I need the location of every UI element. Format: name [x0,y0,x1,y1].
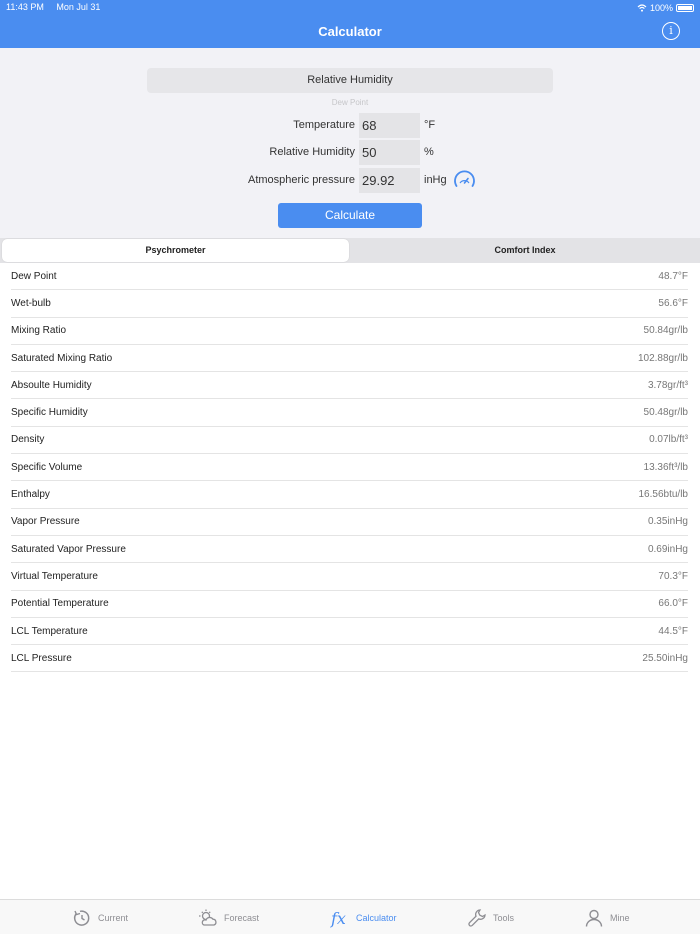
status-time: 11:43 PM [6,2,44,12]
result-label: Potential Temperature [11,598,109,610]
pressure-input[interactable]: 29.92 [359,168,420,193]
list-item: Enthalpy 16.56btu/lb [11,481,689,509]
battery-percent: 100% [649,3,673,13]
bottom-tab-bar: Current Forecast fx Calculator Tools Min… [0,899,700,934]
sun-cloud-icon [199,909,217,926]
result-label: Mixing Ratio [11,325,67,337]
result-label: LCL Temperature [11,625,88,637]
fx-icon: fx [330,909,346,928]
result-value: 66.0°F [658,598,688,610]
result-value: 13.36ft³/lb [643,461,688,473]
status-bar: 11:43 PM Mon Jul 31 100% [6,2,694,14]
svg-text:fx: fx [330,909,346,928]
results-list: Dew Point 48.7°F Wet-bulb 56.6°F Mixing Ra… [11,263,689,673]
list-item: Vapor Pressure 0.35inHg [11,509,688,536]
temperature-unit: °F [424,119,436,131]
calculation-mode-picker[interactable]: Relative Humidity [147,68,553,93]
result-label: Virtual Temperature [11,570,98,582]
result-label: Dew Point [11,270,57,282]
result-label: Saturated Vapor Pressure [11,543,126,555]
list-item: Specific Volume 13.36ft³/lb [11,454,688,482]
humidity-unit: % [424,146,434,158]
result-value: 25.50inHg [642,652,688,664]
result-label: Absoulte Humidity [11,379,92,391]
person-icon [585,909,603,927]
list-item: Density 0.07lb/ft³ [11,427,688,455]
list-item: Mixing Ratio 50.84gr/lb [11,318,688,345]
tabbar-item-calculator[interactable]: fx Calculator [330,906,397,930]
result-label: Vapor Pressure [11,516,80,528]
results-segmented-control: Psychrometer Comfort Index [0,238,700,263]
result-value: 0.69inHg [647,543,688,555]
result-value: 0.07lb/ft³ [649,434,688,446]
list-item: Dew Point 48.7°F [11,263,688,291]
result-label: Specific Humidity [11,407,88,419]
result-value: 56.6°F [658,297,688,309]
list-item: LCL Pressure 25.50inHg [11,645,688,673]
page-title: Calculator [318,24,382,39]
tab-comfort-index[interactable]: Comfort Index [350,239,700,262]
result-label: LCL Pressure [11,652,72,664]
gauge-icon[interactable] [452,168,477,193]
nav-header: 11:43 PM Mon Jul 31 100% Calculator i [0,0,700,48]
battery-icon [676,4,694,12]
list-item: Saturated Mixing Ratio 102.88gr/lb [11,345,688,373]
tabbar-item-tools[interactable]: Tools [467,906,514,930]
result-label: Density [11,434,45,446]
list-item: Specific Humidity 50.48gr/lb [11,399,688,427]
humidity-row: Relative Humidity 50 % [0,140,700,165]
result-value: 0.35inHg [647,516,688,528]
pressure-row: Atmospheric pressure 29.92 inHg [0,168,700,193]
refresh-clock-icon [73,910,90,926]
result-label: Saturated Mixing Ratio [11,352,113,364]
pressure-unit: inHg [424,174,447,186]
tabbar-label: Calculator [356,913,397,923]
wifi-icon [637,4,647,12]
tab-psychrometer[interactable]: Psychrometer [2,239,349,262]
list-item: Potential Temperature 66.0°F [11,591,688,618]
list-item: Saturated Vapor Pressure 0.69inHg [11,536,688,564]
tabbar-label: Tools [493,913,515,923]
tabbar-item-mine[interactable]: Mine [584,906,630,930]
input-panel: Relative Humidity Dew Point Temperature … [0,48,700,238]
list-item: Absoulte Humidity 3.78gr/ft³ [11,372,688,400]
result-label: Wet-bulb [11,297,51,309]
result-value: 50.84gr/lb [643,325,688,337]
tabbar-label: Forecast [224,913,260,923]
temperature-row: Temperature 68 °F [0,113,700,138]
tabbar-item-current[interactable]: Current [72,906,128,930]
info-icon[interactable]: i [662,22,680,40]
pressure-label: Atmospheric pressure [248,174,355,186]
tabbar-label: Mine [610,913,630,923]
status-date: Mon Jul 31 [56,2,101,12]
humidity-label: Relative Humidity [269,146,355,158]
wrench-icon [468,909,486,927]
result-value: 50.48gr/lb [643,407,688,419]
picker-next-option[interactable]: Dew Point [147,98,553,106]
result-value: 3.78gr/ft³ [647,379,688,391]
tabbar-item-forecast[interactable]: Forecast [198,906,259,930]
humidity-input[interactable]: 50 [359,140,420,165]
result-value: 48.7°F [658,270,688,282]
result-value: 102.88gr/lb [637,352,688,364]
list-item: Wet-bulb 56.6°F [11,290,688,318]
result-value: 70.3°F [658,570,688,582]
list-item: LCL Temperature 44.5°F [11,618,688,646]
tabbar-label: Current [98,913,129,923]
result-value: 44.5°F [658,625,688,637]
result-label: Specific Volume [11,461,83,473]
result-label: Enthalpy [11,489,50,501]
list-item: Virtual Temperature 70.3°F [11,563,688,591]
temperature-input[interactable]: 68 [359,113,420,138]
calculate-button[interactable]: Calculate [278,203,422,228]
temperature-label: Temperature [293,119,355,131]
result-value: 16.56btu/lb [638,489,689,501]
